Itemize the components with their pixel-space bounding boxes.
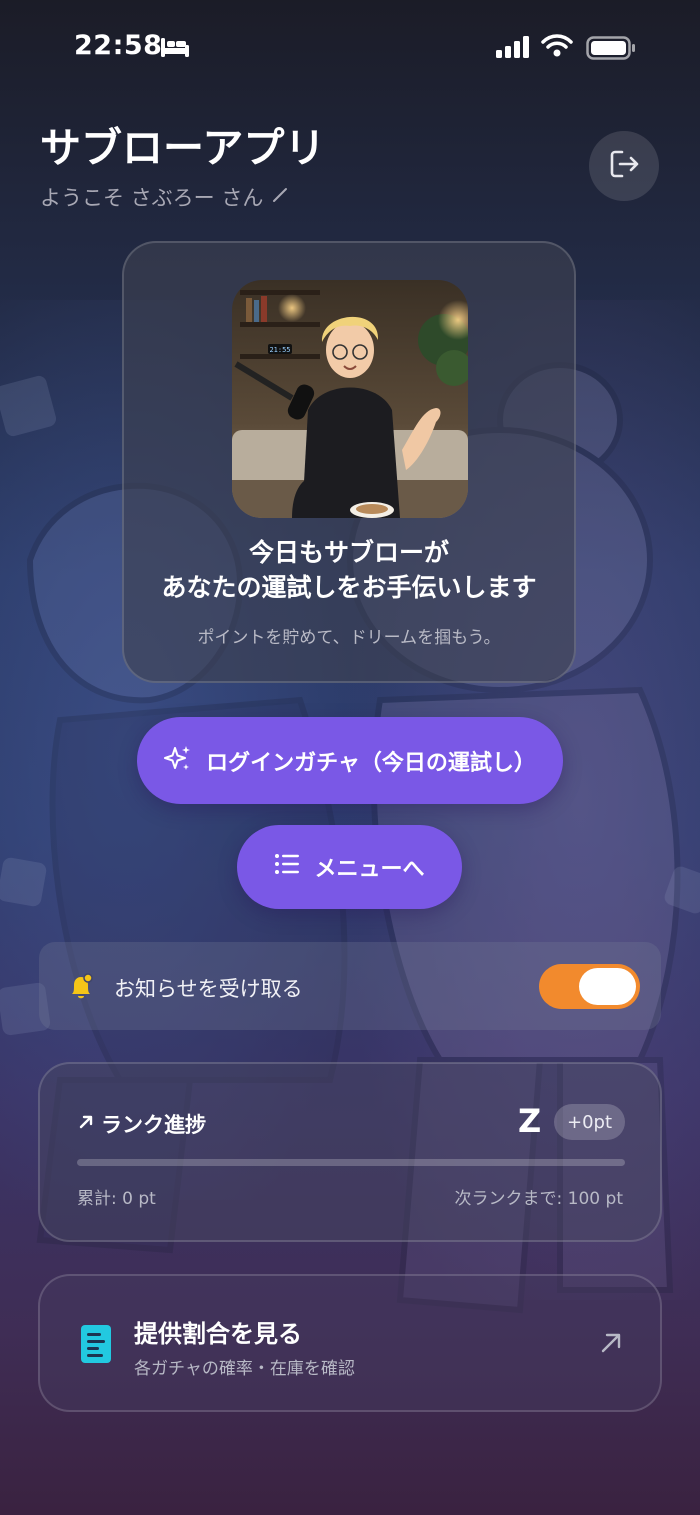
rank-total-points: 累計: 0 pt (77, 1189, 156, 1209)
document-icon (80, 1324, 112, 1368)
logout-icon (606, 146, 642, 186)
bell-icon (66, 972, 96, 1006)
saburo-avatar-image: 21:55 (232, 280, 468, 518)
battery-icon (586, 36, 636, 64)
rank-letter: Z (518, 1102, 542, 1140)
rank-progress-bar (77, 1159, 625, 1166)
view-rates-title: 提供割合を見る (134, 1320, 302, 1348)
page-title: サブローアプリ (40, 124, 326, 172)
hero-card: 21:55 今日もサブローが あなたの運試しをお手伝いします ポイントを貯めて、… (122, 241, 576, 683)
welcome-text: ようこそ さぶろー さん (40, 186, 264, 210)
notification-toggle[interactable] (539, 964, 640, 1009)
rank-progress-header: ランク進捗 (77, 1109, 206, 1139)
clock-display: 21:55 (269, 346, 290, 354)
hero-title-line1: 今日もサブローが (248, 538, 449, 567)
welcome-row[interactable]: ようこそ さぶろー さん (40, 182, 325, 212)
hero-subtitle: ポイントを貯めて、ドリームを掴もう。 (197, 628, 501, 648)
hero-title-line2: あなたの運試しをお手伝いします (161, 573, 537, 602)
menu-button-label: メニューへ (314, 857, 425, 882)
notification-setting-row: お知らせを受け取る (39, 942, 661, 1030)
rank-delta-badge: +0pt (554, 1104, 625, 1140)
sparkles-icon (164, 744, 192, 778)
header: サブローアプリ ようこそ さぶろー さん (40, 122, 325, 212)
pencil-icon[interactable] (271, 185, 289, 209)
status-bar: 22:58 (0, 0, 700, 96)
hero-title: 今日もサブローが あなたの運試しをお手伝いします (124, 535, 574, 605)
login-gacha-label: ログインガチャ（今日の運試し） (206, 750, 536, 776)
login-gacha-button[interactable]: ログインガチャ（今日の運試し） (137, 717, 563, 804)
logout-button[interactable] (589, 131, 659, 201)
bed-icon (160, 36, 190, 62)
menu-button[interactable]: メニューへ (237, 825, 462, 909)
rank-next-points: 次ランクまで: 100 pt (454, 1189, 623, 1209)
arrow-up-right-icon (77, 1112, 95, 1136)
toggle-knob (579, 968, 636, 1005)
status-time: 22:58 (74, 30, 163, 61)
view-rates-card[interactable]: 提供割合を見る 各ガチャの確率・在庫を確認 (38, 1274, 662, 1412)
wifi-icon (541, 34, 573, 62)
rank-progress-card: ランク進捗 Z +0pt 累計: 0 pt 次ランクまで: 100 pt (38, 1062, 662, 1242)
external-link-arrow-icon (598, 1330, 624, 1360)
notification-label: お知らせを受け取る (114, 977, 303, 1001)
cellular-signal-icon (496, 36, 532, 62)
view-rates-subtitle: 各ガチャの確率・在庫を確認 (134, 1359, 355, 1379)
list-icon (274, 853, 300, 881)
rank-progress-title: ランク進捗 (101, 1113, 206, 1137)
